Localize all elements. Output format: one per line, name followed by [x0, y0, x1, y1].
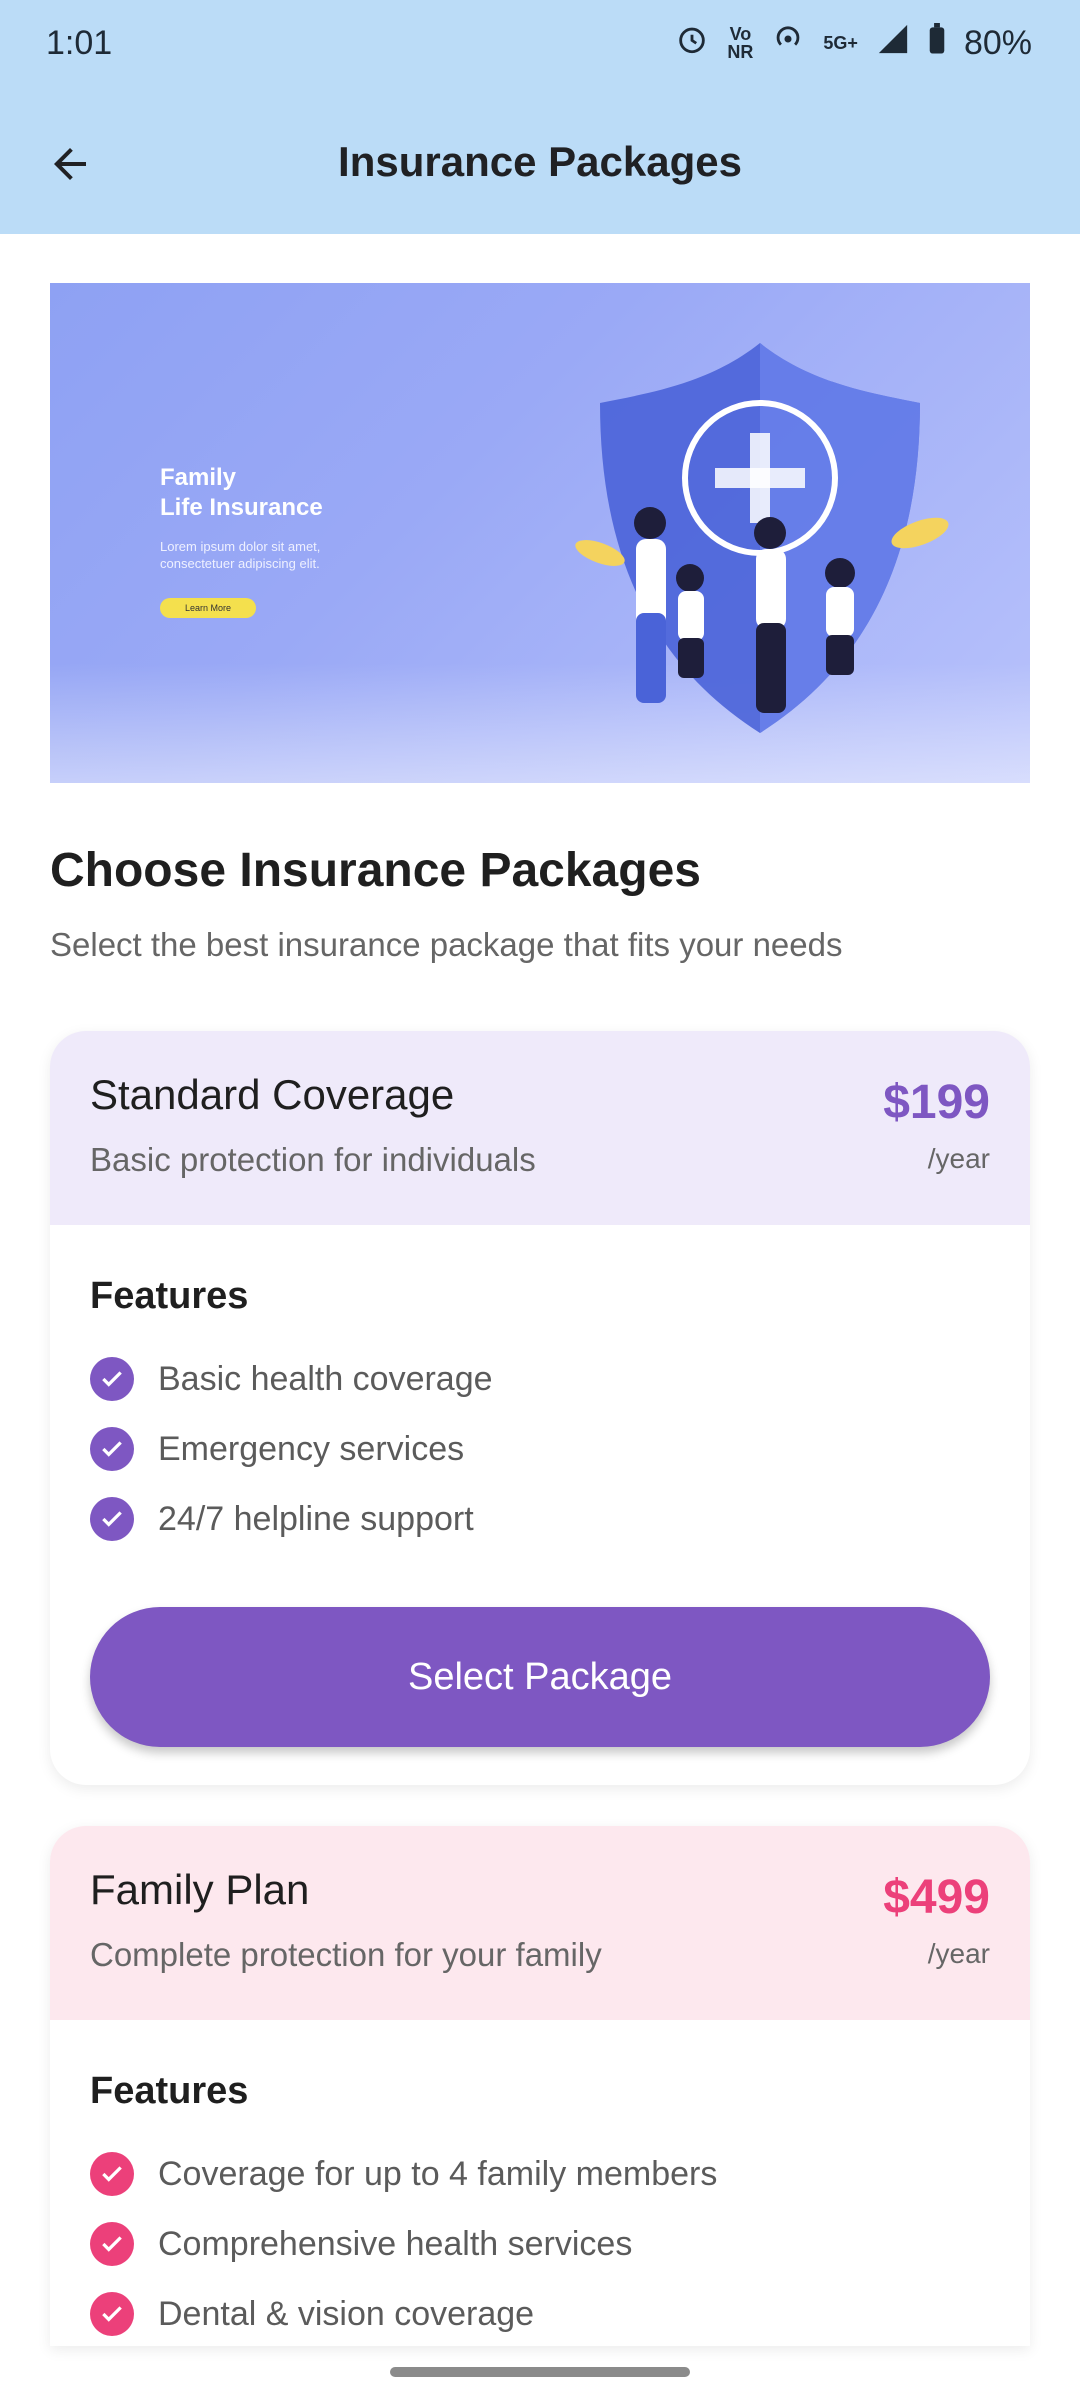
package-header: Standard Coverage Basic protection for i… — [50, 1031, 1030, 1225]
feature-label: Comprehensive health services — [158, 2224, 633, 2263]
status-time: 1:01 — [46, 24, 113, 62]
app-bar: Insurance Packages — [0, 92, 1080, 234]
package-description: Complete protection for your family — [90, 1936, 602, 1973]
package-header: Family Plan Complete protection for your… — [50, 1826, 1030, 2020]
features-title: Features — [90, 2070, 249, 2112]
section-subtitle: Select the best insurance package that f… — [50, 926, 843, 963]
package-name: Family Plan — [90, 1866, 310, 1913]
check-circle-icon — [90, 1427, 134, 1471]
package-period: /year — [927, 1938, 990, 1969]
feature-item: Dental & vision coverage — [90, 2292, 534, 2336]
page-title: Insurance Packages — [338, 138, 742, 185]
feature-item: Coverage for up to 4 family members — [90, 2152, 717, 2196]
hero-illustration: Family Life Insurance Lorem ipsum dolor … — [50, 283, 1030, 783]
hero-learn-more: Learn More — [160, 598, 256, 618]
home-indicator[interactable] — [390, 2367, 690, 2377]
feature-item: 24/7 helpline support — [90, 1497, 474, 1541]
top-bar: 1:01 Vo NR 5G+ 80% Insurance Packages — [0, 0, 1080, 234]
features-title: Features — [90, 1275, 249, 1317]
status-bar: 1:01 Vo NR 5G+ 80% — [0, 0, 1080, 92]
section-title: Choose Insurance Packages — [50, 844, 701, 897]
feature-item: Comprehensive health services — [90, 2222, 632, 2266]
feature-item: Basic health coverage — [90, 1357, 493, 1401]
status-icons: Vo NR 5G+ 80% — [675, 22, 1032, 64]
feature-label: Coverage for up to 4 family members — [158, 2154, 718, 2193]
battery-icon — [928, 23, 946, 63]
feature-item: Emergency services — [90, 1427, 464, 1471]
select-package-button[interactable]: Select Package — [90, 1607, 990, 1747]
package-period: /year — [927, 1143, 990, 1174]
check-circle-icon — [90, 2222, 134, 2266]
feature-label: 24/7 helpline support — [158, 1499, 474, 1538]
check-circle-icon — [90, 1357, 134, 1401]
network-type: 5G+ — [823, 33, 858, 53]
check-circle-icon — [90, 2292, 134, 2336]
hero-title: Family Life Insurance — [160, 464, 323, 521]
check-circle-icon — [90, 1497, 134, 1541]
feature-label: Emergency services — [158, 1429, 465, 1468]
signal-icon — [876, 22, 910, 64]
feature-label: Dental & vision coverage — [158, 2294, 535, 2333]
feature-label: Basic health coverage — [158, 1359, 493, 1398]
shield-family-illustration — [575, 343, 949, 733]
battery-percent: 80% — [963, 23, 1032, 62]
package-card-standard: Standard Coverage Basic protection for i… — [50, 1031, 1030, 1785]
package-price: $199 — [883, 1076, 990, 1129]
hero-body: Lorem ipsum dolor sit amet, consectetuer… — [160, 539, 321, 571]
alarm-icon — [675, 22, 709, 64]
package-price: $499 — [883, 1871, 990, 1924]
hotspot-icon — [771, 22, 805, 64]
package-card-family: Family Plan Complete protection for your… — [50, 1826, 1030, 2346]
package-description: Basic protection for individuals — [90, 1141, 536, 1178]
check-circle-icon — [90, 2152, 134, 2196]
volte-icon: Vo NR — [727, 24, 754, 62]
package-name: Standard Coverage — [90, 1071, 455, 1118]
